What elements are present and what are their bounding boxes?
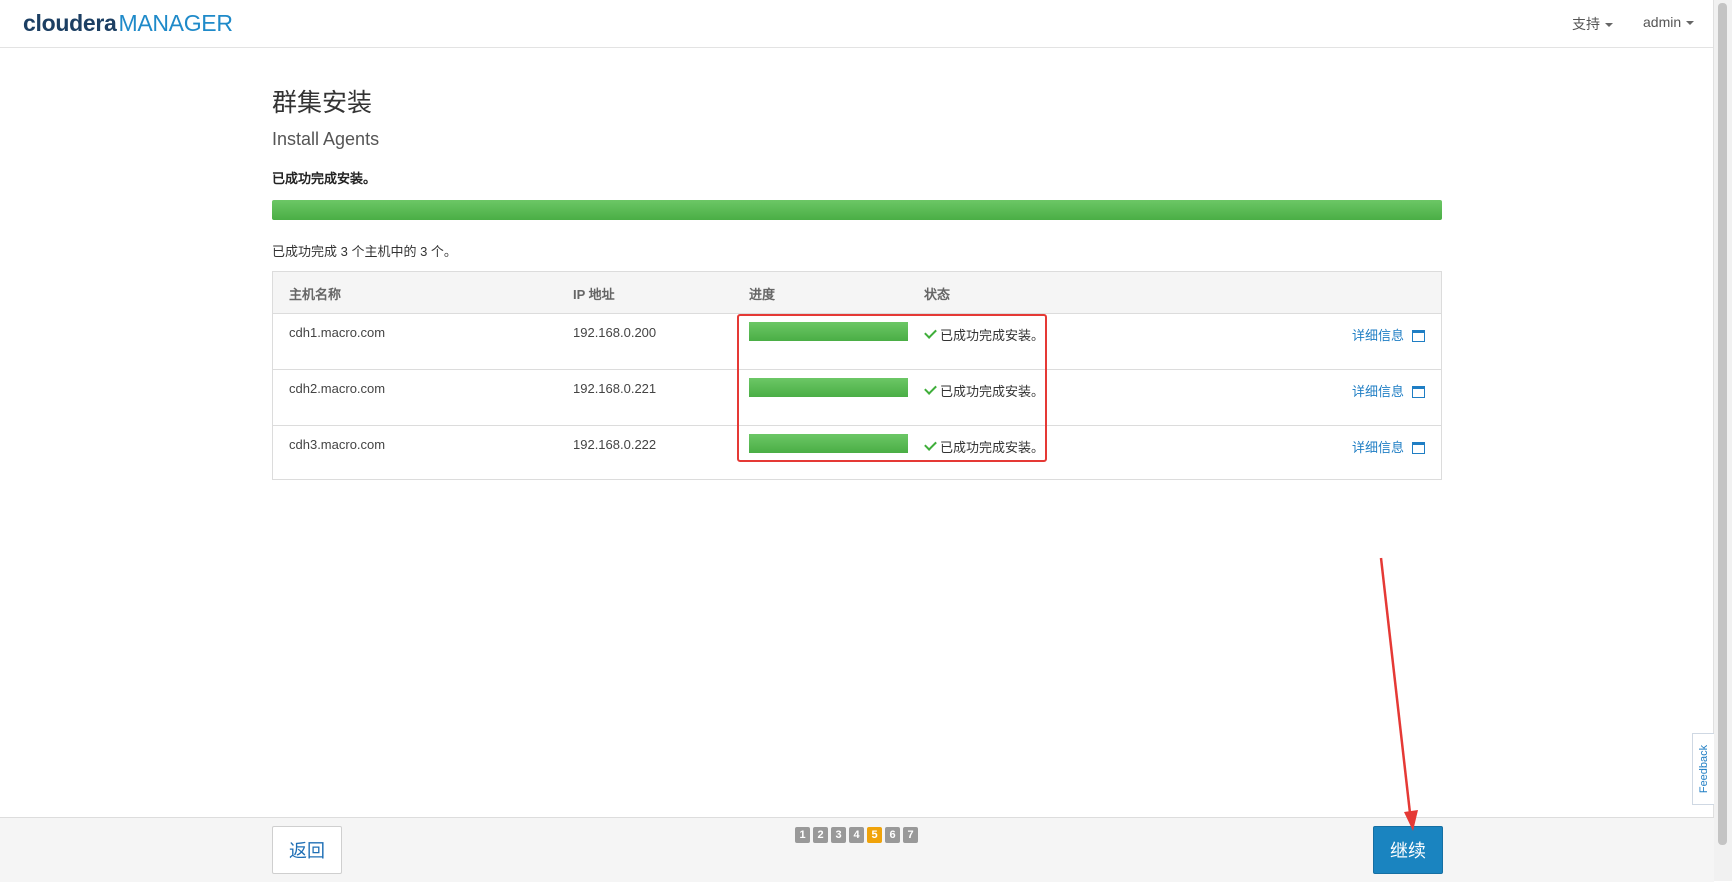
scrollbar-thumb[interactable]	[1718, 3, 1727, 845]
wizard-step-5[interactable]: 5	[867, 827, 882, 843]
wizard-step-2[interactable]: 2	[813, 827, 828, 843]
table-row: cdh2.macro.com 192.168.0.221 已成功完成安装。 详细…	[273, 369, 1441, 426]
details-link-label: 详细信息	[1351, 328, 1404, 343]
host-ip: 192.168.0.200	[573, 325, 657, 340]
table-header: 主机名称 IP 地址 进度 状态	[273, 272, 1441, 314]
wizard-step-3[interactable]: 3	[831, 827, 846, 843]
host-progress-bar	[749, 434, 908, 453]
caret-down-icon	[1605, 23, 1613, 28]
continue-button[interactable]: 继续	[1373, 826, 1443, 874]
header-host: 主机名称	[289, 287, 342, 302]
window-icon	[1412, 329, 1425, 342]
host-ip: 192.168.0.221	[573, 381, 657, 396]
host-status: 已成功完成安装。	[924, 381, 1045, 400]
check-icon	[924, 382, 937, 395]
check-icon	[924, 438, 937, 451]
brand-primary: cloudera	[23, 10, 117, 36]
details-link[interactable]: 详细信息	[1352, 437, 1425, 456]
page-subtitle: Install Agents	[272, 129, 380, 149]
host-status: 已成功完成安装。	[924, 325, 1045, 344]
host-progress-bar	[749, 378, 908, 397]
wizard-step-6[interactable]: 6	[885, 827, 900, 843]
wizard-step-1[interactable]: 1	[795, 827, 810, 843]
page-title: 群集安装	[272, 89, 373, 117]
top-navbar: clouderaMANAGER 支持 admin	[0, 0, 1714, 48]
host-ip: 192.168.0.222	[573, 437, 657, 452]
back-button[interactable]: 返回	[272, 826, 342, 874]
host-progress-fill	[749, 434, 908, 453]
overall-progress-fill	[272, 200, 1442, 220]
window-icon	[1412, 441, 1425, 454]
wizard-footer: 返回 1234567 继续	[0, 817, 1714, 882]
host-progress-fill	[749, 378, 908, 397]
window-icon	[1412, 385, 1425, 398]
brand-secondary: MANAGER	[118, 10, 233, 36]
support-menu[interactable]: 支持	[1572, 14, 1613, 34]
overall-progress-bar	[272, 200, 1442, 220]
host-name: cdh1.macro.com	[289, 325, 386, 340]
install-summary: 已成功完成 3 个主机中的 3 个。	[272, 244, 457, 259]
header-progress: 进度	[749, 287, 776, 302]
details-link-label: 详细信息	[1351, 384, 1404, 399]
install-status-message: 已成功完成安装。	[272, 171, 377, 186]
table-row: cdh3.macro.com 192.168.0.222 已成功完成安装。 详细…	[273, 425, 1441, 481]
details-link-label: 详细信息	[1351, 440, 1404, 455]
host-status: 已成功完成安装。	[924, 437, 1045, 456]
details-link[interactable]: 详细信息	[1352, 381, 1425, 400]
header-ip: IP 地址	[573, 287, 615, 302]
caret-down-icon	[1686, 21, 1695, 26]
user-menu[interactable]: admin	[1643, 14, 1695, 30]
host-name: cdh3.macro.com	[289, 437, 386, 452]
wizard-step-4[interactable]: 4	[849, 827, 864, 843]
table-row: cdh1.macro.com 192.168.0.200 已成功完成安装。 详细…	[273, 313, 1441, 370]
user-menu-label: admin	[1643, 14, 1682, 30]
annotation-arrow-line	[1379, 557, 1413, 823]
host-progress-fill	[749, 322, 908, 341]
page-scrollbar[interactable]	[1713, 0, 1732, 881]
brand-logo[interactable]: clouderaMANAGER	[23, 10, 233, 37]
check-icon	[924, 326, 937, 339]
wizard-steps: 1234567	[795, 827, 921, 843]
feedback-tab[interactable]: Feedback	[1692, 733, 1714, 805]
header-status: 状态	[924, 287, 951, 302]
host-name: cdh2.macro.com	[289, 381, 386, 396]
host-status-text: 已成功完成安装。	[940, 384, 1045, 399]
host-status-text: 已成功完成安装。	[940, 440, 1045, 455]
host-status-text: 已成功完成安装。	[940, 328, 1045, 343]
feedback-label: Feedback	[1697, 744, 1710, 794]
wizard-step-7[interactable]: 7	[903, 827, 918, 843]
host-progress-bar	[749, 322, 908, 341]
support-menu-label: 支持	[1572, 16, 1600, 32]
hosts-table: 主机名称 IP 地址 进度 状态 cdh1.macro.com 192.168.…	[272, 271, 1442, 480]
details-link[interactable]: 详细信息	[1352, 325, 1425, 344]
